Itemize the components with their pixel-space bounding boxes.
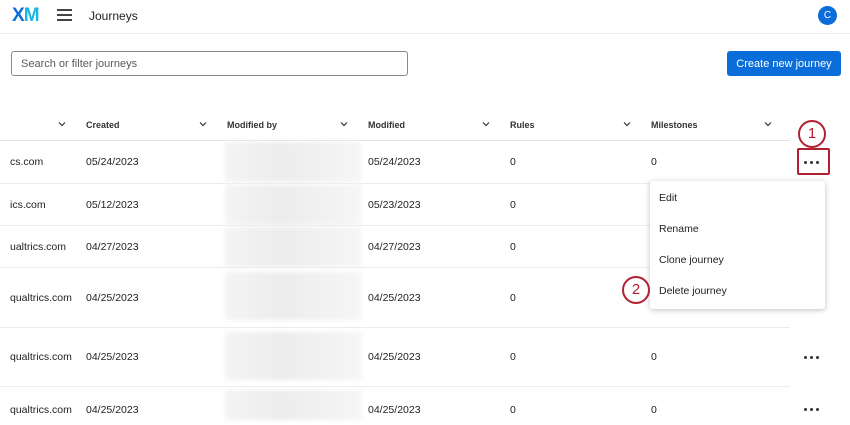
table-cell-owner: qualtrics.com [10,404,72,416]
page-title: Journeys [89,9,138,23]
create-new-journey-button[interactable]: Create new journey [727,51,841,76]
chevron-down-icon[interactable] [340,120,348,128]
redacted-name [225,227,362,267]
top-bar: XM Journeys C [0,0,850,34]
column-header-rules[interactable]: Rules [510,120,535,130]
table-cell-created: 04/25/2023 [86,351,139,363]
redacted-name [225,390,362,420]
more-actions-icon[interactable] [803,352,821,362]
callout-step-1: 1 [798,120,826,148]
chevron-down-icon[interactable] [764,120,772,128]
header-divider [0,140,790,141]
table-cell-rules: 0 [510,292,516,304]
menu-item-edit[interactable]: Edit [659,192,677,204]
table-cell-created: 05/24/2023 [86,156,139,168]
chevron-down-icon[interactable] [623,120,631,128]
chevron-down-icon[interactable] [482,120,490,128]
table-cell-modified: 04/27/2023 [368,241,421,253]
table-cell-created: 04/25/2023 [86,404,139,416]
callout-step-2: 2 [622,276,650,304]
table-cell-modified: 04/25/2023 [368,404,421,416]
more-actions-icon[interactable] [803,404,821,414]
redacted-name [225,185,362,225]
redacted-name [225,332,362,380]
table-cell-owner: ics.com [10,199,46,211]
column-header-milestones[interactable]: Milestones [651,120,698,130]
table-cell-milestones: 0 [651,351,657,363]
row-divider [0,386,790,387]
row-divider [0,327,790,328]
menu-item-delete-journey[interactable]: Delete journey [659,285,727,297]
table-cell-owner: qualtrics.com [10,292,72,304]
column-header-modified-by[interactable]: Modified by [227,120,277,130]
redacted-name [225,272,362,320]
table-cell-created: 04/27/2023 [86,241,139,253]
chevron-down-icon[interactable] [58,120,66,128]
table-cell-milestones: 0 [651,156,657,168]
menu-icon[interactable] [57,9,72,21]
column-header-modified[interactable]: Modified [368,120,405,130]
table-cell-created: 04/25/2023 [86,292,139,304]
table-cell-rules: 0 [510,156,516,168]
menu-item-rename[interactable]: Rename [659,223,699,235]
table-cell-created: 05/12/2023 [86,199,139,211]
table-cell-milestones: 0 [651,404,657,416]
chevron-down-icon[interactable] [199,120,207,128]
table-cell-rules: 0 [510,351,516,363]
table-cell-rules: 0 [510,199,516,211]
table-cell-rules: 0 [510,404,516,416]
table-cell-owner: qualtrics.com [10,351,72,363]
search-input[interactable] [11,51,408,76]
context-menu: Edit Rename Clone journey Delete journey [650,181,825,309]
redacted-name [225,142,362,182]
column-header-created[interactable]: Created [86,120,120,130]
callout-highlight-box [797,148,830,175]
avatar[interactable]: C [818,6,837,25]
table-cell-modified: 04/25/2023 [368,351,421,363]
table-cell-rules: 0 [510,241,516,253]
menu-item-clone-journey[interactable]: Clone journey [659,254,724,266]
table-cell-modified: 05/24/2023 [368,156,421,168]
table-cell-owner: ualtrics.com [10,241,67,253]
table-cell-modified: 05/23/2023 [368,199,421,211]
table-cell-modified: 04/25/2023 [368,292,421,304]
xm-logo[interactable]: XM [12,6,40,26]
table-cell-owner: cs.com [10,156,44,168]
